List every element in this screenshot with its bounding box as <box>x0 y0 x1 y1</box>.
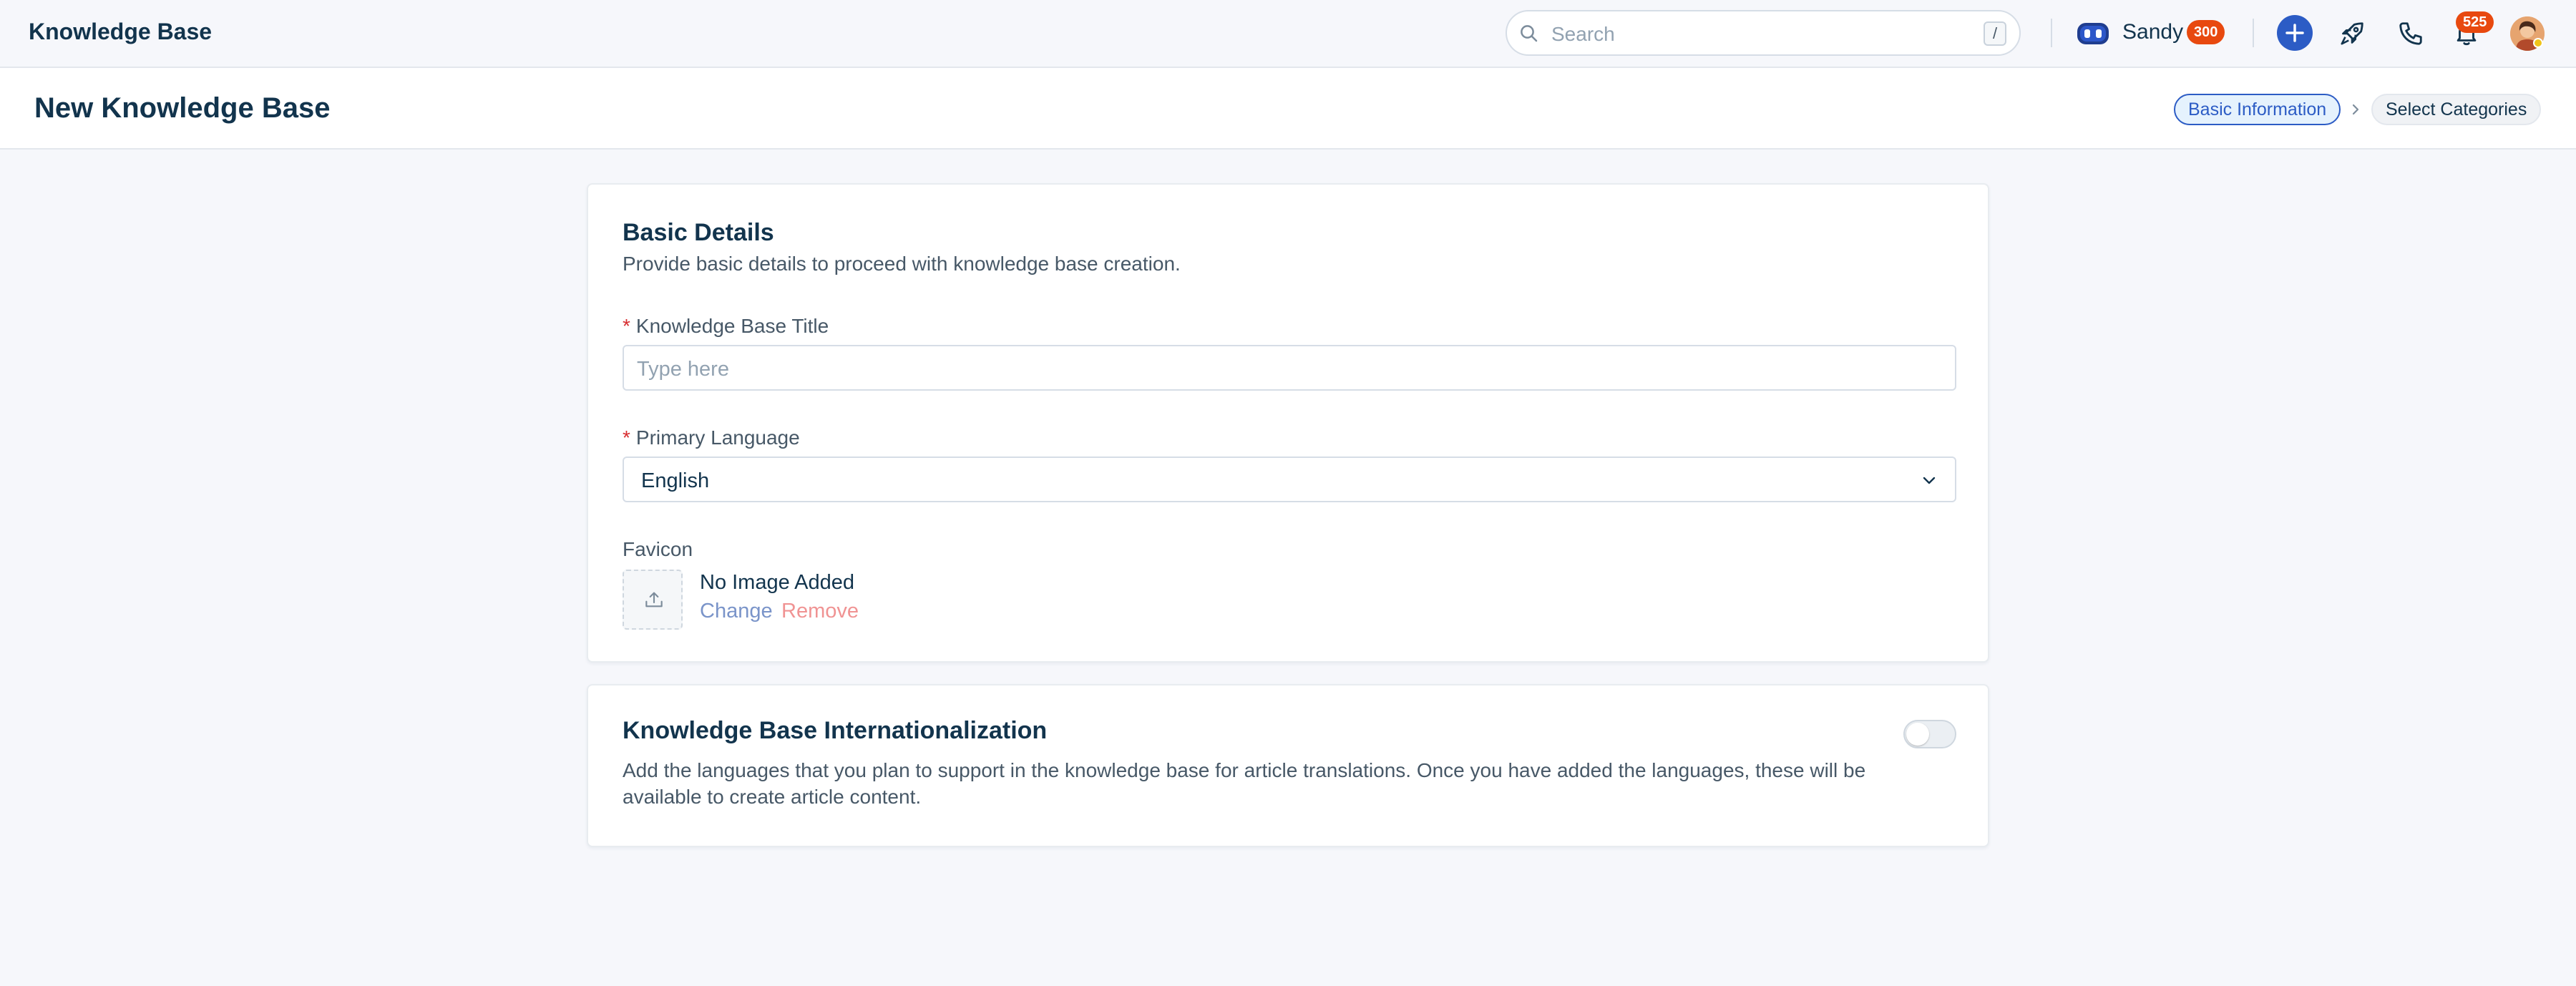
required-marker: * <box>623 315 630 337</box>
favicon-change-link[interactable]: Change <box>700 600 773 623</box>
internationalization-toggle[interactable] <box>1903 720 1956 748</box>
upload-icon <box>645 592 663 607</box>
search-shortcut-key: / <box>1984 21 2006 46</box>
kb-title-placeholder: Type here <box>637 358 729 381</box>
page-title: New Knowledge Base <box>34 92 331 124</box>
step-basic-information[interactable]: Basic Information <box>2174 94 2341 125</box>
favicon-remove-link[interactable]: Remove <box>781 600 859 623</box>
kb-title-label-text: Knowledge Base Title <box>635 315 829 337</box>
required-marker: * <box>623 426 630 449</box>
primary-language-select[interactable]: English <box>623 457 1956 502</box>
kb-title-label: * Knowledge Base Title <box>623 315 829 338</box>
primary-language-label-text: Primary Language <box>635 426 800 449</box>
basic-details-title: Basic Details <box>623 219 774 246</box>
chevron-right-icon <box>2352 104 2359 115</box>
add-new-button[interactable] <box>2277 15 2313 51</box>
step-select-categories[interactable]: Select Categories <box>2371 94 2542 125</box>
primary-language-value: English <box>641 469 710 492</box>
divider <box>2253 19 2254 47</box>
basic-details-description: Provide basic details to proceed with kn… <box>623 253 1181 275</box>
primary-language-label: * Primary Language <box>623 426 800 449</box>
internationalization-title: Knowledge Base Internationalization <box>623 717 1048 744</box>
user-name[interactable]: Sandy <box>2122 20 2183 44</box>
top-bar: Knowledge Base Search / Sandy 300 525 <box>0 0 2576 68</box>
bot-icon[interactable] <box>2077 20 2109 47</box>
internationalization-card: Knowledge Base Internationalization Add … <box>587 684 1989 847</box>
search-input[interactable]: Search / <box>1506 10 2021 56</box>
basic-details-card: Basic Details Provide basic details to p… <box>587 183 1989 663</box>
presence-indicator <box>2533 38 2543 48</box>
search-placeholder: Search <box>1551 23 1615 45</box>
search-icon <box>1521 25 1538 42</box>
chevron-down-icon <box>1923 477 1936 484</box>
favicon-label: Favicon <box>623 538 693 560</box>
rocket-icon[interactable] <box>2338 20 2366 47</box>
internationalization-description-line1: Add the languages that you plan to suppo… <box>623 759 1866 781</box>
toggle-knob <box>1906 723 1929 746</box>
app-title: Knowledge Base <box>29 19 213 44</box>
notification-count-badge: 525 <box>2456 11 2494 33</box>
favicon-upload-button[interactable] <box>623 570 683 630</box>
divider <box>2051 19 2052 47</box>
favicon-status: No Image Added <box>700 571 855 594</box>
page-header: New Knowledge Base Basic Information Sel… <box>0 68 2576 150</box>
plus-icon <box>2285 24 2304 42</box>
phone-icon[interactable] <box>2397 20 2424 47</box>
user-points-badge: 300 <box>2187 20 2225 44</box>
kb-title-input[interactable]: Type here <box>623 345 1956 391</box>
internationalization-description-line2: available to create article content. <box>623 786 922 808</box>
